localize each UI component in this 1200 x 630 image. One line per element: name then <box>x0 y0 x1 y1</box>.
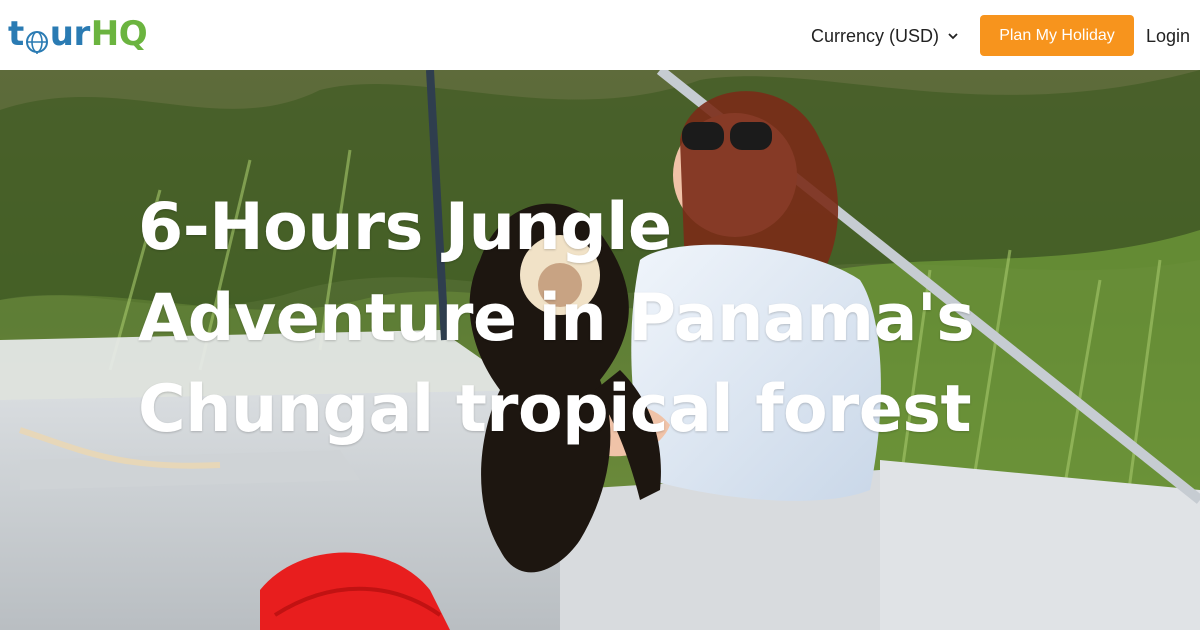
hero-section: 6-Hours Jungle Adventure in Panama's Chu… <box>0 70 1200 630</box>
plan-my-holiday-label: Plan My Holiday <box>999 26 1115 44</box>
site-header: t ur HQ Currency (USD) Plan My Holiday L… <box>0 0 1200 70</box>
login-label: Login <box>1146 25 1191 46</box>
logo-text-ur: ur <box>49 14 90 54</box>
chevron-down-icon <box>947 26 959 47</box>
currency-selector[interactable]: Currency (USD) <box>811 24 959 48</box>
plan-my-holiday-button[interactable]: Plan My Holiday <box>980 15 1134 56</box>
login-link[interactable]: Login <box>1146 24 1190 48</box>
logo-text-hq: HQ <box>90 14 148 54</box>
logo-text-t: t <box>8 14 24 54</box>
tour-title: 6-Hours Jungle Adventure in Panama's Chu… <box>138 190 975 447</box>
tourhq-logo[interactable]: t ur HQ <box>8 12 148 56</box>
globe-icon <box>25 23 49 56</box>
currency-label: Currency (USD) <box>811 25 940 46</box>
